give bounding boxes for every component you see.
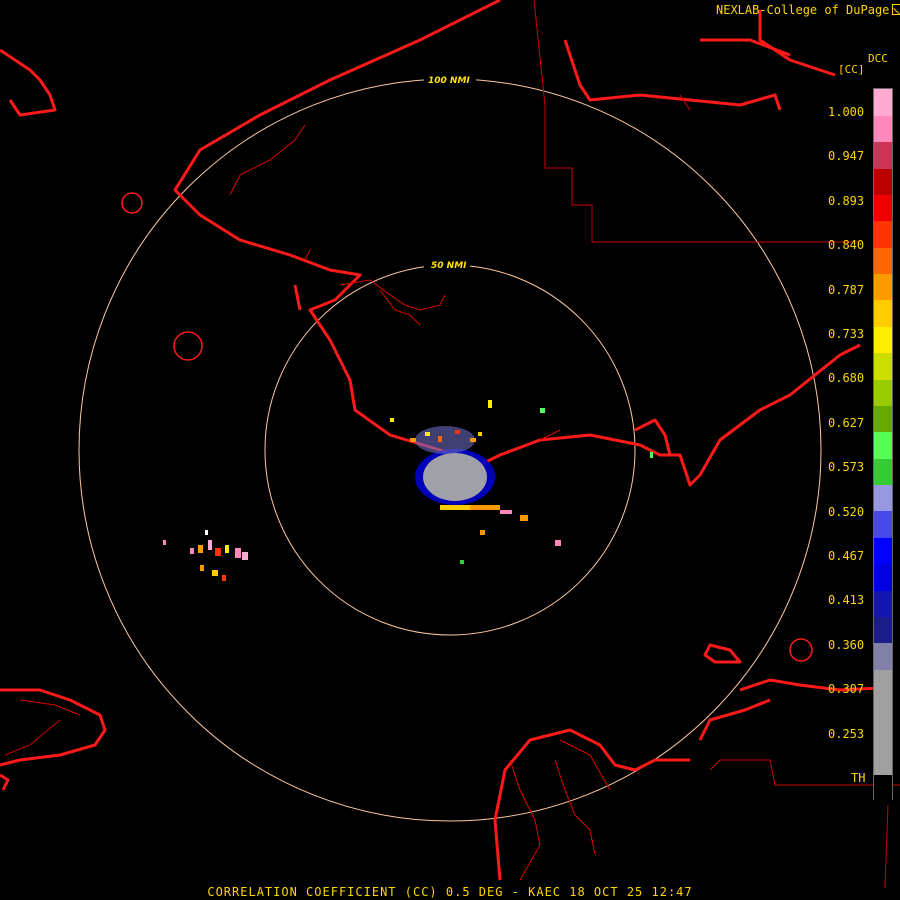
range-ring-label-100: 100 NMI	[428, 76, 470, 86]
color-scale-segment	[874, 352, 892, 380]
range-ring-label-50: 50 NMI	[431, 261, 467, 271]
color-scale-segment	[874, 431, 892, 459]
color-scale-tick-label: 1.000	[828, 105, 865, 119]
color-scale-segment	[874, 484, 892, 512]
color-scale-segment	[874, 247, 892, 275]
lake-feature	[789, 638, 813, 662]
color-scale-segment	[874, 774, 892, 802]
color-scale-tick-label: 0.733	[828, 327, 865, 341]
color-scale-segment	[874, 115, 892, 143]
lake-feature	[121, 192, 143, 214]
color-scale-bar	[873, 88, 893, 802]
color-scale-segment	[874, 510, 892, 538]
color-scale-tick-label: 0.787	[828, 282, 865, 297]
color-scale-segment	[874, 642, 892, 670]
color-scale-segment	[874, 168, 892, 195]
color-scale-tick-label: 0.573	[828, 460, 865, 475]
color-scale-tick-label: 0.680	[828, 371, 865, 386]
color-scale-segment	[874, 379, 892, 406]
legend-product-code: DCC	[868, 52, 888, 65]
color-scale-tick-label: 0.520	[828, 504, 865, 519]
color-scale-segment	[874, 616, 892, 644]
color-scale-tick-label: 0.627	[828, 415, 865, 430]
color-scale-segment	[874, 326, 892, 354]
color-scale-segment	[874, 405, 892, 433]
color-scale-tick-label: 0.413	[828, 593, 865, 608]
color-scale-segment	[874, 590, 892, 617]
radar-echo-main	[390, 400, 653, 564]
legend-unit: [CC]	[838, 63, 865, 76]
color-scale-segment	[874, 695, 892, 723]
color-scale-segment	[874, 299, 892, 327]
color-scale-segment	[874, 669, 892, 696]
radar-echo-west	[163, 530, 248, 581]
lake-feature	[173, 331, 203, 361]
color-scale-segment	[874, 89, 892, 116]
color-scale-tick-label: 0.947	[828, 149, 865, 164]
color-scale-segment	[874, 141, 892, 169]
product-title: CORRELATION COEFFICIENT (CC) 0.5 DEG - K…	[207, 885, 693, 899]
radar-map: 50 NMI 100 NMI	[0, 0, 900, 889]
color-scale-segment	[874, 194, 892, 222]
color-scale-tick-label: 0.893	[828, 193, 865, 208]
color-scale-segment	[874, 220, 892, 248]
color-scale-segment	[874, 563, 892, 591]
coastal-details	[19, 94, 691, 881]
color-scale-segment	[874, 721, 892, 749]
color-scale-tick-label: 0.467	[828, 549, 865, 563]
color-scale-tick-label: 0.360	[828, 637, 865, 652]
color-scale-tick-label: TH	[851, 771, 866, 785]
color-scale-segment	[874, 458, 892, 486]
color-scale-tick-label: 0.253	[828, 726, 865, 741]
color-scale-segment	[874, 748, 892, 776]
color-scale-segment	[874, 273, 892, 301]
color-scale-tick-label: 0.840	[828, 238, 865, 253]
external-link-icon	[892, 4, 900, 15]
color-scale-segment	[874, 537, 892, 565]
credit-label: NEXLAB-College of DuPage	[716, 3, 900, 17]
color-scale-tick-label: 0.307	[828, 682, 865, 697]
